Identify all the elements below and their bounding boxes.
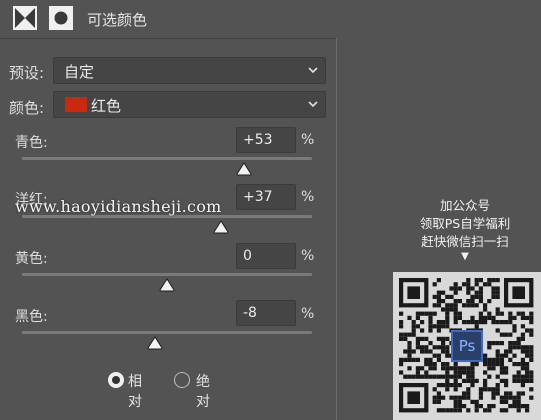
absolute-radio-label[interactable]: 绝对	[196, 371, 210, 411]
black-slider-track[interactable]	[22, 331, 312, 334]
magenta-slider-thumb[interactable]	[213, 220, 229, 234]
promo-line: 赶快微信扫一扫	[421, 234, 509, 249]
magenta-percent-sign: %	[301, 189, 315, 205]
cyan-value: +53	[243, 132, 273, 148]
preset-select[interactable]: 自定	[53, 57, 326, 84]
black-slider-thumb[interactable]	[147, 336, 163, 350]
colors-select[interactable]: 红色	[53, 91, 326, 118]
cyan-value-input[interactable]: +53	[236, 127, 296, 153]
cyan-percent-sign: %	[301, 132, 315, 148]
yellow-value: 0	[243, 248, 252, 264]
panel-title: 可选颜色	[87, 11, 148, 29]
colors-value: 红色	[91, 97, 122, 115]
cyan-slider-track[interactable]	[22, 157, 312, 160]
magenta-value: +37	[243, 189, 273, 205]
preset-label: 预设:	[9, 64, 45, 82]
chevron-down-icon	[308, 101, 318, 108]
cyan-slider-thumb[interactable]	[236, 162, 252, 176]
magenta-value-input[interactable]: +37	[236, 184, 296, 210]
down-arrow-icon: ▼	[461, 251, 469, 262]
layer-mask-icon[interactable]	[49, 6, 73, 30]
selective-color-adjustment-icon[interactable]	[13, 6, 37, 30]
panel-header: 可选颜色	[0, 0, 337, 39]
color-swatch	[65, 97, 87, 112]
ps-logo: Ps	[451, 330, 483, 362]
qr-code: Ps	[393, 272, 541, 420]
black-label: 黑色:	[15, 309, 48, 325]
panel-divider	[336, 38, 337, 420]
chevron-down-icon	[308, 67, 318, 74]
relative-radio[interactable]	[108, 372, 124, 388]
black-percent-sign: %	[301, 306, 315, 322]
promo-text-block: 加公众号 领取PS自学福利 赶快微信扫一扫 ▼	[390, 197, 540, 263]
colors-label: 颜色:	[9, 99, 45, 117]
watermark-text: www.haoyidiansheji.com	[15, 197, 222, 216]
yellow-label: 黄色:	[15, 251, 48, 267]
cyan-label: 青色:	[15, 135, 48, 151]
black-value: -8	[243, 305, 257, 321]
yellow-percent-sign: %	[301, 248, 315, 264]
black-value-input[interactable]: -8	[236, 300, 296, 326]
promo-line: 领取PS自学福利	[419, 216, 511, 231]
yellow-slider-thumb[interactable]	[159, 278, 175, 292]
yellow-slider-track[interactable]	[22, 273, 312, 276]
relative-radio-label[interactable]: 相对	[128, 371, 142, 411]
yellow-value-input[interactable]: 0	[236, 243, 296, 269]
promo-line: 加公众号	[439, 198, 490, 213]
absolute-radio[interactable]	[174, 372, 190, 388]
preset-value: 自定	[64, 63, 95, 81]
